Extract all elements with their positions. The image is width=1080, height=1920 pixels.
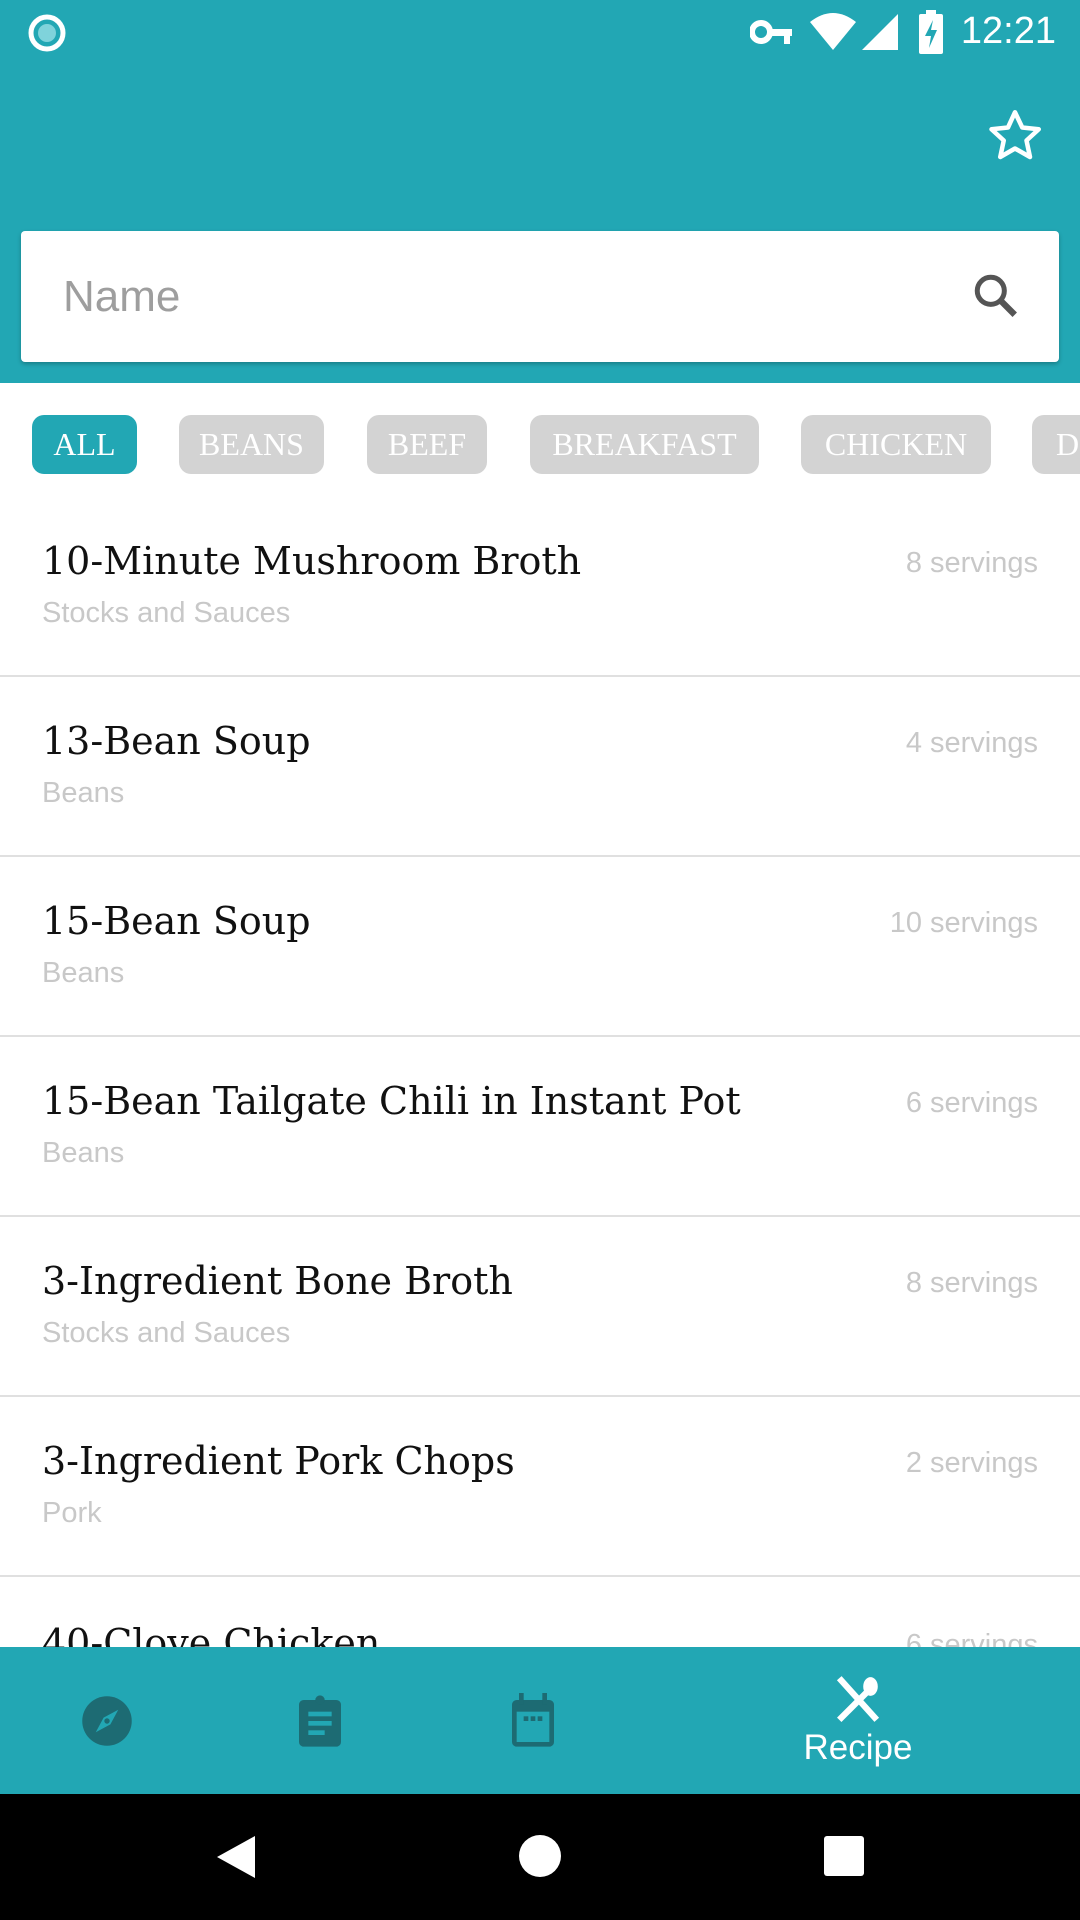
search-input[interactable] — [63, 231, 943, 362]
compass-icon — [82, 1695, 132, 1746]
chip-d[interactable]: D — [1032, 415, 1080, 474]
recipe-category: Beans — [42, 1137, 125, 1169]
chip-all[interactable]: ALL — [32, 415, 137, 474]
app-notification-icon — [28, 14, 66, 52]
nav-planner[interactable] — [483, 1647, 583, 1794]
recipe-item[interactable]: 3-Ingredient Bone Broth Stocks and Sauces… — [0, 1217, 1080, 1397]
clock: 12:21 — [960, 10, 1056, 52]
recipe-title: 10-Minute Mushroom Broth — [42, 539, 582, 583]
chip-breakfast[interactable]: BREAKFAST — [530, 415, 759, 474]
nav-recipe[interactable]: Recipe — [780, 1647, 936, 1794]
recipe-title: 15-Bean Tailgate Chili in Instant Pot — [42, 1079, 741, 1123]
recipe-item[interactable]: 10-Minute Mushroom Broth Stocks and Sauce… — [0, 497, 1080, 677]
recipe-item[interactable]: 15-Bean Tailgate Chili in Instant Pot Bea… — [0, 1037, 1080, 1217]
status-bar: 12:21 — [0, 0, 1080, 70]
system-navigation-bar — [0, 1794, 1080, 1920]
recipe-servings: 8 servings — [905, 547, 1038, 579]
signal-icon — [862, 14, 898, 50]
bottom-navigation: Recipe — [0, 1647, 1080, 1794]
recipe-title: 15-Bean Soup — [42, 899, 311, 943]
recipe-servings: 10 servings — [889, 907, 1038, 939]
nav-discover[interactable] — [57, 1647, 157, 1794]
search-icon[interactable] — [971, 271, 1021, 321]
recipe-title: 3-Ingredient Bone Broth — [42, 1259, 513, 1303]
recipe-title: 3-Ingredient Pork Chops — [42, 1439, 515, 1483]
wifi-icon — [810, 13, 856, 50]
recipe-item[interactable]: 3-Ingredient Pork Chops Pork 2 servings — [0, 1397, 1080, 1577]
category-filter-bar: ALL BEANS BEEF BREAKFAST CHICKEN D — [0, 415, 1080, 474]
recents-icon[interactable] — [824, 1836, 864, 1876]
back-icon[interactable] — [215, 1834, 257, 1880]
battery-charging-icon — [919, 10, 943, 54]
vpn-key-icon — [750, 20, 792, 44]
chip-beef[interactable]: BEEF — [367, 415, 487, 474]
recipe-item[interactable]: 13-Bean Soup Beans 4 servings — [0, 677, 1080, 857]
nav-recipe-label: Recipe — [803, 1727, 913, 1767]
recipe-category: Stocks and Sauces — [42, 1317, 291, 1349]
calendar-icon — [512, 1692, 554, 1747]
recipe-servings: 8 servings — [905, 1267, 1038, 1299]
recipe-servings: 2 servings — [905, 1447, 1038, 1479]
recipe-servings: 6 servings — [905, 1087, 1038, 1119]
recipe-category: Stocks and Sauces — [42, 597, 291, 629]
chip-chicken[interactable]: CHICKEN — [801, 415, 991, 474]
recipe-category: Pork — [42, 1497, 102, 1529]
clipboard-icon — [299, 1694, 341, 1747]
chip-beans[interactable]: BEANS — [179, 415, 324, 474]
recipe-item[interactable]: 15-Bean Soup Beans 10 servings — [0, 857, 1080, 1037]
recipe-servings: 4 servings — [905, 727, 1038, 759]
recipe-title: 13-Bean Soup — [42, 719, 311, 763]
recipe-category: Beans — [42, 957, 125, 989]
home-icon[interactable] — [518, 1834, 562, 1878]
search-box — [21, 231, 1059, 362]
recipe-category: Beans — [42, 777, 125, 809]
nav-list[interactable] — [270, 1647, 370, 1794]
fork-spoon-icon — [836, 1675, 880, 1722]
app-bar: 12:21 — [0, 0, 1080, 383]
star-outline-icon[interactable] — [985, 106, 1045, 166]
